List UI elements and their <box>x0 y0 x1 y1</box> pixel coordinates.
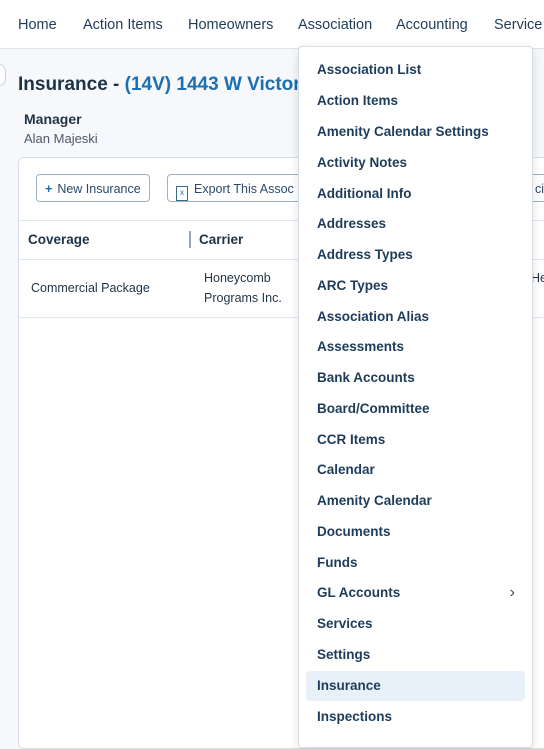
menu-item-gl-accounts[interactable]: GL Accounts › <box>306 578 525 608</box>
menu-item-gl-accounts-label: GL Accounts <box>317 585 401 600</box>
menu-item-funds[interactable]: Funds <box>306 548 525 578</box>
excel-icon: x <box>176 186 188 201</box>
menu-item-association-list[interactable]: Association List <box>306 55 525 85</box>
cell-carrier-line2: Programs Inc. <box>204 291 282 305</box>
nav-service[interactable]: Service I <box>494 17 544 33</box>
menu-item-amenity-calendar-settings[interactable]: Amenity Calendar Settings <box>306 117 525 147</box>
menu-item-arc-types[interactable]: ARC Types <box>306 271 525 301</box>
menu-item-association-alias[interactable]: Association Alias <box>306 302 525 332</box>
menu-item-address-types[interactable]: Address Types <box>306 240 525 270</box>
new-insurance-label: New Insurance <box>57 182 141 196</box>
page-title-text: Insurance - <box>18 74 120 95</box>
nav-home[interactable]: Home <box>18 17 57 33</box>
nav-homeowners[interactable]: Homeowners <box>188 17 273 33</box>
menu-item-services[interactable]: Services <box>306 609 525 639</box>
menu-item-ccr-items[interactable]: CCR Items <box>306 425 525 455</box>
top-nav: Home Action Items Homeowners Association… <box>0 0 544 49</box>
column-carrier[interactable]: Carrier <box>199 232 243 247</box>
manager-label: Manager <box>24 111 82 127</box>
manager-name: Alan Majeski <box>24 131 98 146</box>
menu-item-insurance[interactable]: Insurance <box>306 671 525 701</box>
chevron-right-icon: › <box>509 584 515 601</box>
page-title: Insurance - (14V) 1443 W Victoria <box>18 74 317 96</box>
sidebar-collapse-handle[interactable] <box>0 64 6 86</box>
menu-item-addresses[interactable]: Addresses <box>306 209 525 239</box>
new-insurance-button[interactable]: + New Insurance <box>36 174 150 202</box>
nav-accounting[interactable]: Accounting <box>396 17 468 33</box>
menu-item-bank-accounts[interactable]: Bank Accounts <box>306 363 525 393</box>
cell-carrier-line1: Honeycomb <box>204 271 271 285</box>
column-resize-handle[interactable] <box>189 231 191 248</box>
nav-action-items[interactable]: Action Items <box>83 17 163 33</box>
export-button[interactable]: x Export This Assoc <box>167 174 317 202</box>
nav-association[interactable]: Association <box>298 17 372 33</box>
partial-toolbar-label: ci <box>535 182 544 196</box>
association-link[interactable]: (14V) 1443 W Victoria <box>125 74 317 95</box>
menu-item-assessments[interactable]: Assessments <box>306 332 525 362</box>
column-coverage[interactable]: Coverage <box>28 232 90 247</box>
menu-item-documents[interactable]: Documents <box>306 517 525 547</box>
menu-item-amenity-calendar[interactable]: Amenity Calendar <box>306 486 525 516</box>
association-dropdown-menu: Association List Action Items Amenity Ca… <box>298 46 533 748</box>
menu-item-calendar[interactable]: Calendar <box>306 455 525 485</box>
menu-item-board-committee[interactable]: Board/Committee <box>306 394 525 424</box>
menu-item-additional-info[interactable]: Additional Info <box>306 179 525 209</box>
menu-item-activity-notes[interactable]: Activity Notes <box>306 148 525 178</box>
menu-item-inspections[interactable]: Inspections <box>306 702 525 732</box>
menu-item-settings[interactable]: Settings <box>306 640 525 670</box>
cell-coverage: Commercial Package <box>31 281 150 295</box>
export-label: Export This Assoc <box>194 182 294 196</box>
plus-icon: + <box>45 182 53 196</box>
menu-item-action-items[interactable]: Action Items <box>306 86 525 116</box>
